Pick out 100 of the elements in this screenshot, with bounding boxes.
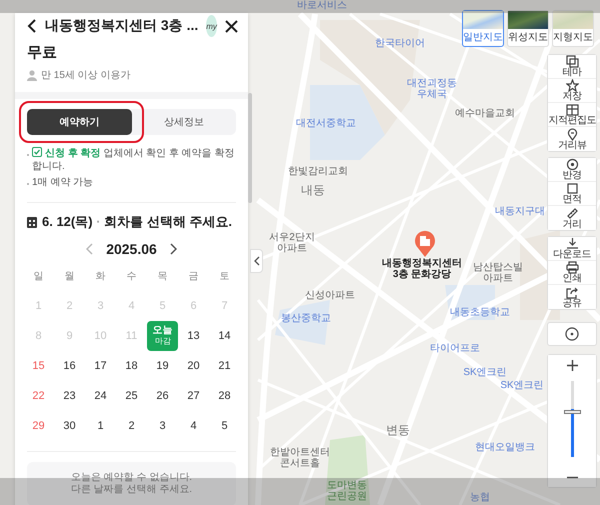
target-icon bbox=[565, 327, 579, 341]
map-label: 내동지구대 bbox=[495, 206, 545, 217]
map-label: 현대오일뱅크 bbox=[475, 442, 535, 453]
next-month-icon[interactable] bbox=[168, 243, 177, 255]
calendar-day[interactable]: 4 bbox=[178, 411, 209, 441]
map-label: 남산탑스빌 아파트 bbox=[472, 262, 524, 284]
calendar-day[interactable]: 27 bbox=[178, 381, 209, 411]
map-label: 내동초등학교 bbox=[450, 307, 510, 318]
zoom-slider-thumb[interactable] bbox=[564, 410, 580, 414]
weekday-label: 화 bbox=[94, 270, 106, 284]
calendar-day[interactable]: 26 bbox=[147, 381, 178, 411]
avatar[interactable]: my bbox=[206, 15, 217, 37]
toolbar-button[interactable]: 거리뷰 bbox=[548, 127, 596, 151]
toolbar-button[interactable]: 거리 bbox=[548, 206, 596, 230]
age-limit-text: 만 15세 이상 이용가 bbox=[41, 69, 130, 82]
map-label: 내동행정복지센터 3층 문화강당 bbox=[381, 258, 463, 280]
calendar-day: 6 bbox=[178, 291, 209, 321]
calendar-day[interactable]: 23 bbox=[54, 381, 85, 411]
calendar-day: 2 bbox=[54, 291, 85, 321]
close-icon[interactable] bbox=[224, 20, 238, 32]
map-label: 타이어프로 bbox=[430, 343, 480, 354]
calendar-day[interactable]: 24 bbox=[85, 381, 116, 411]
location-button[interactable] bbox=[547, 322, 597, 346]
notice-text: 1매 예약 가능 bbox=[32, 176, 94, 189]
toolbar-button[interactable]: 면적 bbox=[548, 182, 596, 206]
tab[interactable]: 상세정보 bbox=[132, 109, 236, 135]
map-type-button[interactable]: 지형지도 bbox=[552, 10, 594, 47]
calendar-day[interactable]: 30 bbox=[54, 411, 85, 441]
share-icon bbox=[566, 286, 578, 298]
tab[interactable]: 예약하기 bbox=[27, 109, 132, 135]
layers-icon bbox=[566, 55, 578, 68]
weekday-label: 일 bbox=[32, 270, 44, 284]
ruler-icon bbox=[566, 206, 578, 220]
map-label: 봉산중학교 bbox=[281, 313, 331, 324]
calendar-day[interactable]: 16 bbox=[54, 351, 85, 381]
map-icon bbox=[566, 103, 578, 116]
message-text: 다른 날짜를 선택해 주세요. bbox=[70, 484, 194, 496]
calendar-day[interactable]: 17 bbox=[85, 351, 116, 381]
target-icon bbox=[566, 158, 578, 171]
map-label: 한국타이어 bbox=[375, 38, 425, 49]
calendar-day: 8 bbox=[23, 321, 54, 351]
toolbar-button[interactable]: 저장 bbox=[548, 79, 596, 103]
map-marker-icon bbox=[414, 230, 436, 258]
minus-icon bbox=[566, 476, 578, 478]
map-label: 대전괴정동 우체국 bbox=[406, 78, 458, 100]
download-icon bbox=[566, 237, 578, 250]
calendar-day: 9 bbox=[54, 321, 85, 351]
map-type-button[interactable]: 위성지도 bbox=[507, 10, 549, 47]
map-label: SK엔크린 bbox=[500, 380, 544, 391]
calendar-day[interactable]: 25 bbox=[116, 381, 147, 411]
weekday-label: 목 bbox=[156, 270, 168, 284]
message-text: 오늘은 예약할 수 없습니다. bbox=[70, 472, 194, 484]
calendar-day: 7 bbox=[209, 291, 240, 321]
back-icon[interactable] bbox=[27, 19, 37, 33]
map-label: 바로서비스 bbox=[297, 0, 347, 11]
notice-text: 신청 후 확정 업체에서 확인 후 예약을 확정합니다. bbox=[32, 147, 236, 173]
calendar-day: 3 bbox=[85, 291, 116, 321]
star-icon bbox=[566, 79, 578, 92]
map-label: 농협 bbox=[470, 492, 490, 503]
pin-icon bbox=[566, 128, 578, 140]
date-heading: 6. 12(목) · 회차를 선택해 주세요. bbox=[42, 213, 232, 231]
print-icon bbox=[566, 261, 578, 274]
calendar-day: 10 bbox=[85, 321, 116, 351]
calendar-day[interactable]: 13 bbox=[178, 321, 209, 351]
map-label: 도마변동 근린공원 bbox=[326, 480, 368, 502]
calendar-day[interactable]: 2 bbox=[116, 411, 147, 441]
map-label: 서우2단지 아파트 bbox=[268, 232, 316, 254]
person-icon bbox=[27, 70, 37, 80]
map-label: 대전서중학교 bbox=[296, 118, 356, 129]
map-label: 신성아파트 bbox=[305, 290, 355, 301]
calendar-day: 4 bbox=[116, 291, 147, 321]
calendar-day[interactable]: 18 bbox=[116, 351, 147, 381]
calendar-day: 11 bbox=[116, 321, 147, 351]
toolbar-button[interactable]: 지적편집도 bbox=[548, 103, 596, 127]
weekday-label: 금 bbox=[188, 270, 200, 284]
toolbar-button[interactable]: 다운로드 bbox=[548, 237, 596, 261]
calendar-day[interactable]: 1 bbox=[85, 411, 116, 441]
toolbar-button[interactable]: 인쇄 bbox=[548, 261, 596, 285]
map-type-button[interactable]: 일반지도 bbox=[462, 10, 504, 47]
calendar-day: 5 bbox=[147, 291, 178, 321]
map-label: 예수마을교회 bbox=[455, 108, 515, 119]
calendar-day[interactable]: 28 bbox=[209, 381, 240, 411]
price-label: 무료 bbox=[27, 43, 58, 63]
scrollbar[interactable] bbox=[248, 93, 252, 203]
weekday-label: 수 bbox=[126, 270, 138, 284]
toolbar-button[interactable]: 반경 bbox=[548, 158, 596, 182]
toolbar-button[interactable]: 테마 bbox=[548, 55, 596, 79]
weekday-label: 월 bbox=[64, 270, 76, 284]
place-title: 내동행정복지센터 3층 ... bbox=[45, 17, 198, 35]
calendar-day[interactable]: 19 bbox=[147, 351, 178, 381]
calendar-day[interactable]: 20 bbox=[178, 351, 209, 381]
calendar-day[interactable]: 21 bbox=[209, 351, 240, 381]
calendar-day[interactable]: 14 bbox=[209, 321, 240, 351]
plus-icon bbox=[566, 360, 578, 370]
weekday-label: 토 bbox=[218, 270, 230, 284]
map-label: SK엔크린 bbox=[463, 367, 507, 378]
toolbar-button[interactable]: 공유 bbox=[548, 285, 596, 309]
calendar-day[interactable]: 3 bbox=[147, 411, 178, 441]
calendar-day[interactable]: 5 bbox=[209, 411, 240, 441]
collapse-panel-button[interactable] bbox=[250, 249, 263, 273]
